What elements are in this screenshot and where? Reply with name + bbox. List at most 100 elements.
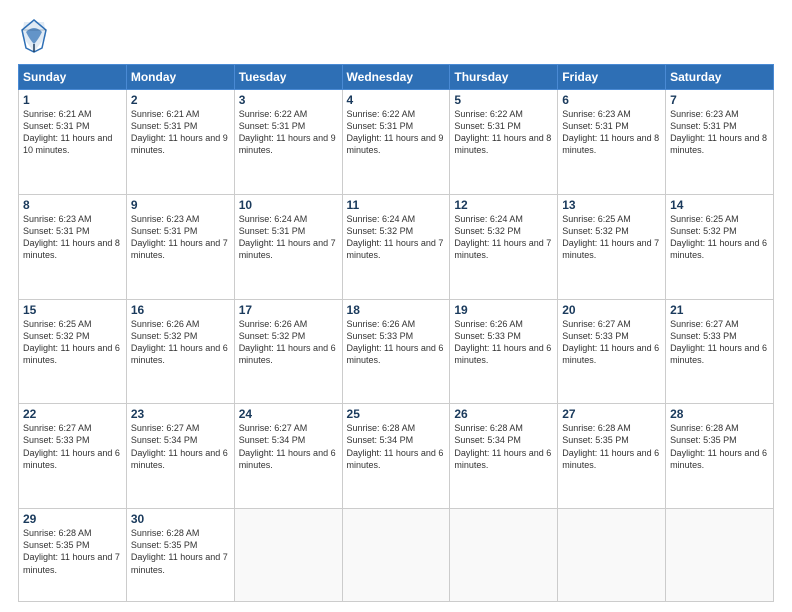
calendar-cell	[450, 509, 558, 602]
calendar-cell: 16 Sunrise: 6:26 AM Sunset: 5:32 PM Dayl…	[126, 299, 234, 404]
day-info: Sunrise: 6:24 AM Sunset: 5:32 PM Dayligh…	[347, 213, 446, 262]
day-info: Sunrise: 6:26 AM Sunset: 5:32 PM Dayligh…	[239, 318, 338, 367]
header	[18, 18, 774, 54]
day-number: 25	[347, 407, 446, 421]
calendar-cell: 19 Sunrise: 6:26 AM Sunset: 5:33 PM Dayl…	[450, 299, 558, 404]
logo	[18, 18, 54, 54]
day-info: Sunrise: 6:21 AM Sunset: 5:31 PM Dayligh…	[23, 108, 122, 157]
calendar-cell: 5 Sunrise: 6:22 AM Sunset: 5:31 PM Dayli…	[450, 90, 558, 195]
calendar-cell: 22 Sunrise: 6:27 AM Sunset: 5:33 PM Dayl…	[19, 404, 127, 509]
day-info: Sunrise: 6:25 AM Sunset: 5:32 PM Dayligh…	[23, 318, 122, 367]
day-info: Sunrise: 6:28 AM Sunset: 5:34 PM Dayligh…	[454, 422, 553, 471]
day-number: 23	[131, 407, 230, 421]
day-info: Sunrise: 6:22 AM Sunset: 5:31 PM Dayligh…	[239, 108, 338, 157]
day-number: 28	[670, 407, 769, 421]
day-number: 4	[347, 93, 446, 107]
day-info: Sunrise: 6:26 AM Sunset: 5:33 PM Dayligh…	[454, 318, 553, 367]
day-header-saturday: Saturday	[666, 65, 774, 90]
day-header-wednesday: Wednesday	[342, 65, 450, 90]
calendar-body: 1 Sunrise: 6:21 AM Sunset: 5:31 PM Dayli…	[19, 90, 774, 602]
day-info: Sunrise: 6:23 AM Sunset: 5:31 PM Dayligh…	[562, 108, 661, 157]
day-number: 26	[454, 407, 553, 421]
day-number: 22	[23, 407, 122, 421]
day-number: 16	[131, 303, 230, 317]
day-header-tuesday: Tuesday	[234, 65, 342, 90]
calendar-cell: 13 Sunrise: 6:25 AM Sunset: 5:32 PM Dayl…	[558, 194, 666, 299]
day-info: Sunrise: 6:28 AM Sunset: 5:35 PM Dayligh…	[131, 527, 230, 576]
calendar-cell: 30 Sunrise: 6:28 AM Sunset: 5:35 PM Dayl…	[126, 509, 234, 602]
day-header-monday: Monday	[126, 65, 234, 90]
calendar-cell: 23 Sunrise: 6:27 AM Sunset: 5:34 PM Dayl…	[126, 404, 234, 509]
day-number: 15	[23, 303, 122, 317]
calendar-cell	[234, 509, 342, 602]
day-info: Sunrise: 6:22 AM Sunset: 5:31 PM Dayligh…	[347, 108, 446, 157]
calendar-cell	[558, 509, 666, 602]
day-info: Sunrise: 6:24 AM Sunset: 5:32 PM Dayligh…	[454, 213, 553, 262]
calendar-cell: 27 Sunrise: 6:28 AM Sunset: 5:35 PM Dayl…	[558, 404, 666, 509]
day-info: Sunrise: 6:25 AM Sunset: 5:32 PM Dayligh…	[670, 213, 769, 262]
calendar-cell	[342, 509, 450, 602]
day-header-thursday: Thursday	[450, 65, 558, 90]
day-number: 19	[454, 303, 553, 317]
day-info: Sunrise: 6:27 AM Sunset: 5:33 PM Dayligh…	[562, 318, 661, 367]
day-info: Sunrise: 6:28 AM Sunset: 5:34 PM Dayligh…	[347, 422, 446, 471]
logo-icon	[18, 18, 50, 54]
day-number: 3	[239, 93, 338, 107]
day-number: 11	[347, 198, 446, 212]
calendar-cell: 26 Sunrise: 6:28 AM Sunset: 5:34 PM Dayl…	[450, 404, 558, 509]
calendar-cell: 10 Sunrise: 6:24 AM Sunset: 5:31 PM Dayl…	[234, 194, 342, 299]
day-number: 7	[670, 93, 769, 107]
day-header-friday: Friday	[558, 65, 666, 90]
day-info: Sunrise: 6:22 AM Sunset: 5:31 PM Dayligh…	[454, 108, 553, 157]
page: SundayMondayTuesdayWednesdayThursdayFrid…	[0, 0, 792, 612]
calendar-cell: 17 Sunrise: 6:26 AM Sunset: 5:32 PM Dayl…	[234, 299, 342, 404]
week-row-5: 29 Sunrise: 6:28 AM Sunset: 5:35 PM Dayl…	[19, 509, 774, 602]
day-info: Sunrise: 6:28 AM Sunset: 5:35 PM Dayligh…	[670, 422, 769, 471]
day-number: 13	[562, 198, 661, 212]
day-number: 29	[23, 512, 122, 526]
day-info: Sunrise: 6:23 AM Sunset: 5:31 PM Dayligh…	[670, 108, 769, 157]
calendar-cell: 18 Sunrise: 6:26 AM Sunset: 5:33 PM Dayl…	[342, 299, 450, 404]
calendar-cell: 7 Sunrise: 6:23 AM Sunset: 5:31 PM Dayli…	[666, 90, 774, 195]
calendar-cell: 2 Sunrise: 6:21 AM Sunset: 5:31 PM Dayli…	[126, 90, 234, 195]
calendar-cell	[666, 509, 774, 602]
week-row-4: 22 Sunrise: 6:27 AM Sunset: 5:33 PM Dayl…	[19, 404, 774, 509]
day-info: Sunrise: 6:27 AM Sunset: 5:34 PM Dayligh…	[131, 422, 230, 471]
day-info: Sunrise: 6:26 AM Sunset: 5:32 PM Dayligh…	[131, 318, 230, 367]
calendar-cell: 24 Sunrise: 6:27 AM Sunset: 5:34 PM Dayl…	[234, 404, 342, 509]
week-row-3: 15 Sunrise: 6:25 AM Sunset: 5:32 PM Dayl…	[19, 299, 774, 404]
calendar-cell: 9 Sunrise: 6:23 AM Sunset: 5:31 PM Dayli…	[126, 194, 234, 299]
day-number: 12	[454, 198, 553, 212]
day-info: Sunrise: 6:27 AM Sunset: 5:34 PM Dayligh…	[239, 422, 338, 471]
day-number: 24	[239, 407, 338, 421]
day-number: 30	[131, 512, 230, 526]
day-info: Sunrise: 6:28 AM Sunset: 5:35 PM Dayligh…	[23, 527, 122, 576]
calendar-cell: 1 Sunrise: 6:21 AM Sunset: 5:31 PM Dayli…	[19, 90, 127, 195]
calendar-cell: 20 Sunrise: 6:27 AM Sunset: 5:33 PM Dayl…	[558, 299, 666, 404]
calendar-cell: 11 Sunrise: 6:24 AM Sunset: 5:32 PM Dayl…	[342, 194, 450, 299]
calendar-header: SundayMondayTuesdayWednesdayThursdayFrid…	[19, 65, 774, 90]
day-number: 1	[23, 93, 122, 107]
day-number: 20	[562, 303, 661, 317]
day-info: Sunrise: 6:21 AM Sunset: 5:31 PM Dayligh…	[131, 108, 230, 157]
day-number: 2	[131, 93, 230, 107]
day-info: Sunrise: 6:28 AM Sunset: 5:35 PM Dayligh…	[562, 422, 661, 471]
day-info: Sunrise: 6:27 AM Sunset: 5:33 PM Dayligh…	[23, 422, 122, 471]
calendar-cell: 4 Sunrise: 6:22 AM Sunset: 5:31 PM Dayli…	[342, 90, 450, 195]
day-number: 14	[670, 198, 769, 212]
day-info: Sunrise: 6:23 AM Sunset: 5:31 PM Dayligh…	[23, 213, 122, 262]
day-number: 6	[562, 93, 661, 107]
day-number: 5	[454, 93, 553, 107]
day-info: Sunrise: 6:26 AM Sunset: 5:33 PM Dayligh…	[347, 318, 446, 367]
day-number: 8	[23, 198, 122, 212]
week-row-1: 1 Sunrise: 6:21 AM Sunset: 5:31 PM Dayli…	[19, 90, 774, 195]
day-info: Sunrise: 6:24 AM Sunset: 5:31 PM Dayligh…	[239, 213, 338, 262]
calendar-cell: 6 Sunrise: 6:23 AM Sunset: 5:31 PM Dayli…	[558, 90, 666, 195]
calendar-cell: 29 Sunrise: 6:28 AM Sunset: 5:35 PM Dayl…	[19, 509, 127, 602]
calendar-table: SundayMondayTuesdayWednesdayThursdayFrid…	[18, 64, 774, 602]
day-number: 18	[347, 303, 446, 317]
day-number: 17	[239, 303, 338, 317]
week-row-2: 8 Sunrise: 6:23 AM Sunset: 5:31 PM Dayli…	[19, 194, 774, 299]
day-number: 21	[670, 303, 769, 317]
calendar-cell: 28 Sunrise: 6:28 AM Sunset: 5:35 PM Dayl…	[666, 404, 774, 509]
